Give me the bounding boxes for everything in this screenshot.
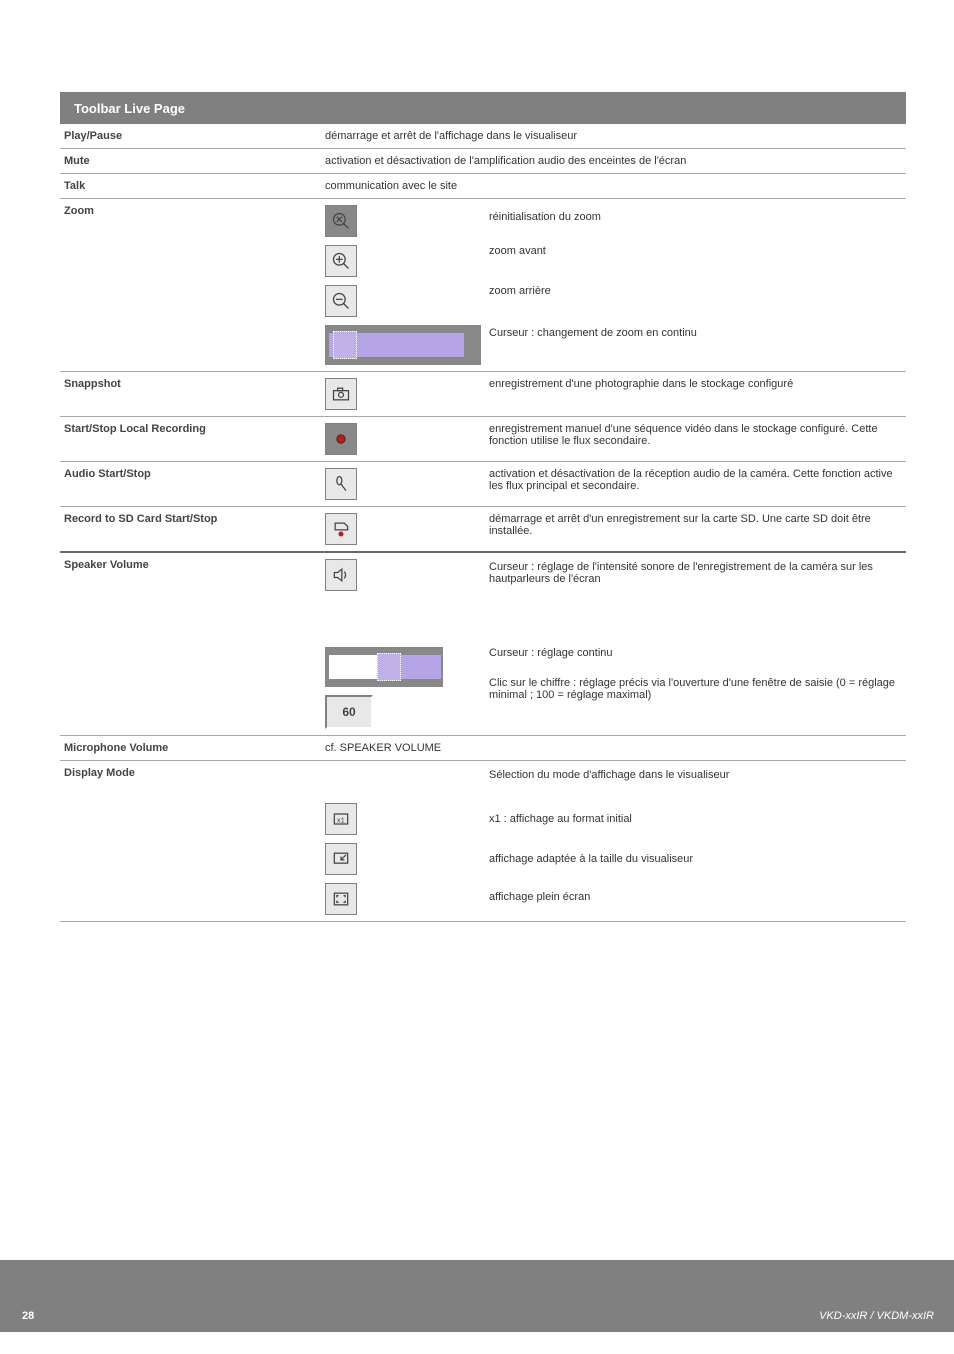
speaker-volume-button[interactable] <box>325 559 357 591</box>
speaker-volume-value[interactable]: 60 <box>325 695 373 729</box>
zoom-reset-desc: réinitialisation du zoom <box>489 205 902 231</box>
x1-icon: x1 <box>331 809 351 829</box>
speaker-desc-3: Clic sur le chiffre : réglage précis via… <box>489 669 902 701</box>
row-desc-localrec: enregistrement manuel d'une séquence vid… <box>485 417 906 462</box>
footer-right: VKD-xxIR / VKDM-xxIR <box>819 1310 934 1322</box>
display-desc-2: affichage adaptée à la taille du visuali… <box>489 841 902 881</box>
zoom-slider-desc: Curseur : changement de zoom en continu <box>489 311 902 351</box>
display-x1-button[interactable]: x1 <box>325 803 357 835</box>
zoom-reset-icon <box>331 211 351 231</box>
row-desc-audio: activation et désactivation de la récept… <box>485 462 906 507</box>
page-footer: 28 VKD-xxIR / VKDM-xxIR <box>0 1260 954 1332</box>
row-label-mute: Mute <box>60 149 321 174</box>
row-label-playpause: Play/Pause <box>60 124 321 149</box>
zoom-out-desc: zoom arrière <box>489 271 902 311</box>
zoom-out-icon <box>331 291 351 311</box>
row-label-snapshot: Snappshot <box>60 372 321 417</box>
row-desc-mic: cf. SPEAKER VOLUME <box>321 736 906 761</box>
row-label-zoom: Zoom <box>60 199 321 372</box>
speaker-desc-1: Curseur : réglage de l'intensité sonore … <box>489 559 902 629</box>
snapshot-button[interactable] <box>325 378 357 410</box>
svg-text:x1: x1 <box>337 815 345 824</box>
row-desc-sdrec: démarrage et arrêt d'un enregistrement s… <box>485 507 906 553</box>
microphone-icon <box>331 474 351 494</box>
row-label-localrec: Start/Stop Local Recording <box>60 417 321 462</box>
zoom-in-icon <box>331 251 351 271</box>
fullscreen-icon <box>331 889 351 909</box>
speaker-desc-2: Curseur : réglage continu <box>489 629 902 669</box>
row-desc-playpause: démarrage et arrêt de l'affichage dans l… <box>321 124 906 149</box>
row-label-sdrec: Record to SD Card Start/Stop <box>60 507 321 553</box>
speaker-volume-slider[interactable] <box>325 647 443 687</box>
zoom-reset-button[interactable] <box>325 205 357 237</box>
row-desc-snapshot: enregistrement d'une photographie dans l… <box>485 372 906 417</box>
display-desc-0: Sélection du mode d'affichage dans le vi… <box>489 767 902 803</box>
display-fit-button[interactable] <box>325 843 357 875</box>
record-icon <box>331 429 351 449</box>
page-number: 28 <box>22 1310 34 1322</box>
zoom-slider[interactable] <box>325 325 481 365</box>
toolbar-table: Play/Pause démarrage et arrêt de l'affic… <box>60 124 906 922</box>
speaker-icon <box>331 565 351 585</box>
display-desc-1: x1 : affichage au format initial <box>489 803 902 841</box>
display-desc-3: affichage plein écran <box>489 881 902 903</box>
local-record-button[interactable] <box>325 423 357 455</box>
zoom-in-desc: zoom avant <box>489 231 902 271</box>
title-bar: Toolbar Live Page <box>60 92 906 124</box>
display-fullscreen-button[interactable] <box>325 883 357 915</box>
row-desc-talk: communication avec le site <box>321 174 906 199</box>
zoom-out-button[interactable] <box>325 285 357 317</box>
row-label-speaker: Speaker Volume <box>60 552 321 736</box>
camera-icon <box>331 384 351 404</box>
zoom-in-button[interactable] <box>325 245 357 277</box>
row-label-display: Display Mode <box>60 761 321 922</box>
audio-toggle-button[interactable] <box>325 468 357 500</box>
row-label-talk: Talk <box>60 174 321 199</box>
row-label-audio: Audio Start/Stop <box>60 462 321 507</box>
row-label-mic: Microphone Volume <box>60 736 321 761</box>
sd-card-icon <box>331 519 351 539</box>
sd-record-button[interactable] <box>325 513 357 545</box>
row-desc-mute: activation et désactivation de l'amplifi… <box>321 149 906 174</box>
fit-view-icon <box>331 849 351 869</box>
